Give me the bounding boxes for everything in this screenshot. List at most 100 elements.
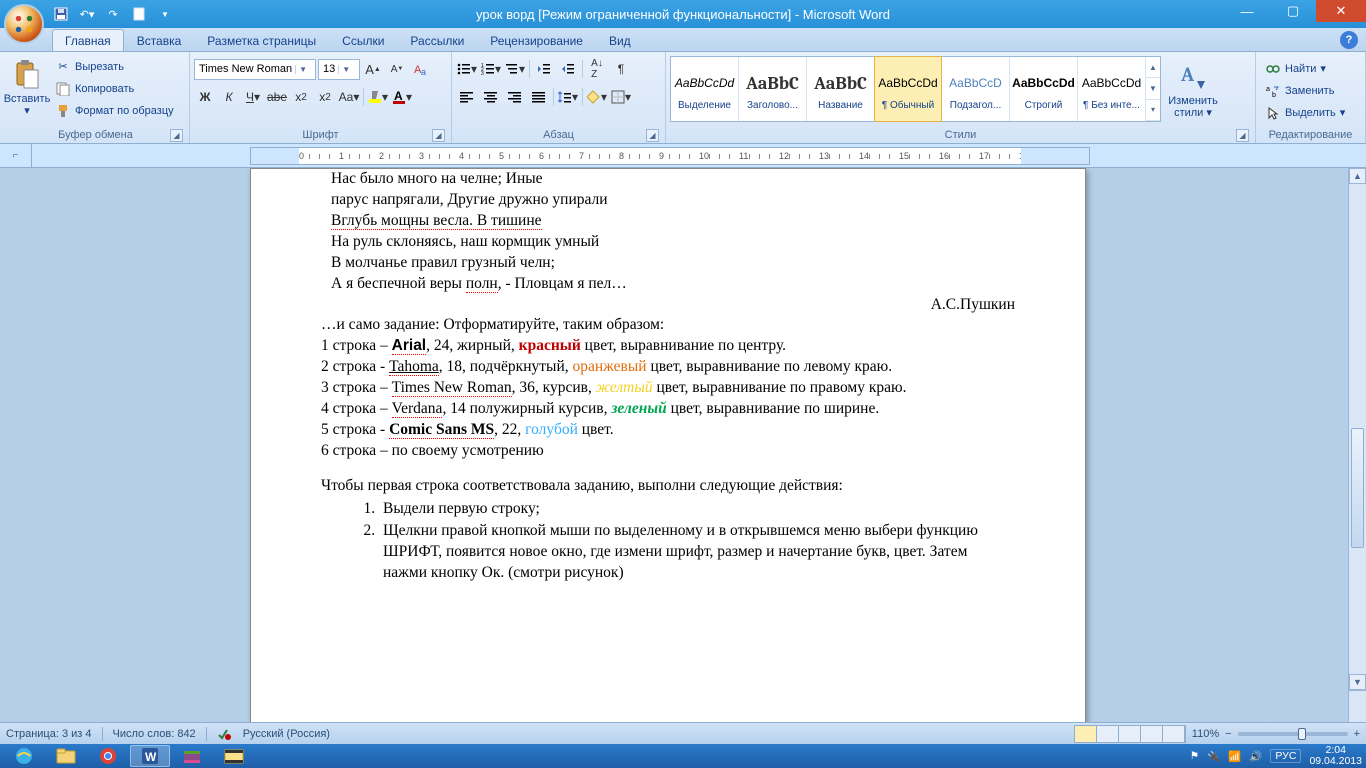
tab-review[interactable]: Рецензирование bbox=[477, 29, 596, 51]
tray-language[interactable]: РУС bbox=[1270, 749, 1301, 763]
vertical-scrollbar[interactable]: ▲ ▼ bbox=[1348, 168, 1366, 722]
shading-button[interactable]: ▾ bbox=[586, 86, 608, 108]
format-painter-button[interactable]: Формат по образцу bbox=[50, 100, 179, 121]
font-name-combo[interactable]: Times New Roman▼ bbox=[194, 59, 316, 80]
italic-button[interactable]: К bbox=[218, 86, 240, 108]
tab-selector[interactable]: ⌐ bbox=[0, 144, 32, 167]
multilevel-button[interactable]: ▾ bbox=[504, 58, 526, 80]
scroll-thumb[interactable] bbox=[1351, 428, 1364, 548]
taskbar-winrar[interactable] bbox=[172, 745, 212, 767]
align-center-button[interactable] bbox=[480, 86, 502, 108]
underline-button[interactable]: Ч▾ bbox=[242, 86, 264, 108]
zoom-slider[interactable] bbox=[1238, 732, 1348, 736]
taskbar-word[interactable]: W bbox=[130, 745, 170, 767]
styles-launcher[interactable]: ◢ bbox=[1236, 129, 1249, 142]
undo-icon[interactable]: ↶▾ bbox=[76, 3, 98, 25]
style-item[interactable]: AaBbCcDdСтрогий bbox=[1010, 57, 1078, 121]
style-item[interactable]: AaBbCНазвание bbox=[807, 57, 875, 121]
taskbar-moviemaker[interactable] bbox=[214, 745, 254, 767]
show-marks-button[interactable]: ¶ bbox=[610, 58, 632, 80]
svg-text:A: A bbox=[1180, 63, 1195, 86]
qat-more-icon[interactable]: ▼ bbox=[154, 3, 176, 25]
tray-volume-icon[interactable]: 🔊 bbox=[1249, 750, 1262, 763]
save-icon[interactable] bbox=[50, 3, 72, 25]
zoom-in-button[interactable]: + bbox=[1354, 728, 1360, 740]
ribbon-tabs: Главная Вставка Разметка страницы Ссылки… bbox=[0, 28, 1366, 52]
style-item[interactable]: AaBbCcDd¶ Обычный bbox=[874, 56, 942, 122]
doc-text: 4 строка – Verdana, 14 полужирный курсив… bbox=[321, 399, 1015, 420]
font-color-button[interactable]: A▾ bbox=[391, 86, 413, 108]
bold-button[interactable]: Ж bbox=[194, 86, 216, 108]
help-icon[interactable]: ? bbox=[1340, 31, 1358, 49]
language-status[interactable]: Русский (Россия) bbox=[243, 728, 330, 740]
align-justify-button[interactable] bbox=[528, 86, 550, 108]
tray-network-icon[interactable]: 📶 bbox=[1228, 750, 1241, 763]
tray-flag-icon[interactable]: ⚑ bbox=[1190, 750, 1199, 762]
taskbar-ie[interactable] bbox=[4, 745, 44, 767]
bullets-button[interactable]: ▾ bbox=[456, 58, 478, 80]
new-doc-icon[interactable] bbox=[128, 3, 150, 25]
subscript-button[interactable]: x2 bbox=[290, 86, 312, 108]
change-styles-button[interactable]: A Изменить стили ▾ bbox=[1165, 56, 1221, 124]
page-status[interactable]: Страница: 3 из 4 bbox=[6, 728, 92, 740]
copy-button[interactable]: Копировать bbox=[50, 78, 179, 99]
select-button[interactable]: Выделить ▾ bbox=[1260, 102, 1350, 123]
zoom-level[interactable]: 110% bbox=[1192, 728, 1219, 740]
replace-button[interactable]: abЗаменить bbox=[1260, 80, 1350, 101]
clear-format-button[interactable]: Aa bbox=[410, 58, 432, 80]
grow-font-button[interactable]: A▲ bbox=[362, 58, 384, 80]
scroll-up-icon[interactable]: ▲ bbox=[1349, 168, 1366, 184]
style-item[interactable]: AaBbCcDdВыделение bbox=[671, 57, 739, 121]
find-button[interactable]: Найти ▾ bbox=[1260, 58, 1350, 79]
indent-inc-button[interactable] bbox=[557, 58, 579, 80]
shrink-font-button[interactable]: A▼ bbox=[386, 58, 408, 80]
tab-mailings[interactable]: Рассылки bbox=[397, 29, 477, 51]
tab-insert[interactable]: Вставка bbox=[124, 29, 195, 51]
document-page[interactable]: Нас было много на челне; Иные парус напр… bbox=[250, 168, 1086, 722]
styles-gallery[interactable]: AaBbCcDdВыделение AaBbCЗаголово... AaBbC… bbox=[670, 56, 1161, 122]
tray-power-icon[interactable]: 🔌 bbox=[1207, 750, 1220, 763]
superscript-button[interactable]: x2 bbox=[314, 86, 336, 108]
minimize-button[interactable]: — bbox=[1224, 0, 1270, 22]
font-launcher[interactable]: ◢ bbox=[432, 129, 445, 142]
borders-button[interactable]: ▾ bbox=[610, 86, 632, 108]
style-item[interactable]: AaBbCcDПодзагол... bbox=[942, 57, 1010, 121]
tab-home[interactable]: Главная bbox=[52, 29, 124, 51]
paste-button[interactable]: Вставить▾ bbox=[6, 54, 48, 122]
doc-text: 2 строка - Tahoma, 18, подчёркнутый, ора… bbox=[321, 357, 1015, 378]
indent-dec-button[interactable] bbox=[533, 58, 555, 80]
tray-clock[interactable]: 2:0409.04.2013 bbox=[1309, 745, 1362, 767]
cursor-icon bbox=[1265, 105, 1281, 121]
horizontal-ruler[interactable]: 1012345678910111213141516171819 bbox=[250, 147, 1090, 165]
browse-object[interactable] bbox=[1349, 690, 1366, 722]
office-button[interactable] bbox=[4, 4, 44, 44]
maximize-button[interactable]: ▢ bbox=[1270, 0, 1316, 22]
clipboard-launcher[interactable]: ◢ bbox=[170, 129, 183, 142]
scroll-down-icon[interactable]: ▼ bbox=[1349, 674, 1366, 690]
taskbar-explorer[interactable] bbox=[46, 745, 86, 767]
tab-references[interactable]: Ссылки bbox=[329, 29, 397, 51]
proofing-icon[interactable] bbox=[217, 727, 233, 741]
zoom-out-button[interactable]: − bbox=[1225, 728, 1231, 740]
font-size-combo[interactable]: 13▼ bbox=[318, 59, 360, 80]
close-button[interactable]: ✕ bbox=[1316, 0, 1366, 22]
highlight-button[interactable]: ▾ bbox=[367, 86, 389, 108]
numbering-button[interactable]: 123▾ bbox=[480, 58, 502, 80]
gallery-scroll[interactable]: ▲▼▾ bbox=[1146, 57, 1160, 121]
cut-button[interactable]: ✂Вырезать bbox=[50, 56, 179, 77]
sort-button[interactable]: A↓Z bbox=[586, 58, 608, 80]
align-right-button[interactable] bbox=[504, 86, 526, 108]
tab-view[interactable]: Вид bbox=[596, 29, 644, 51]
style-item[interactable]: AaBbCcDd¶ Без инте... bbox=[1078, 57, 1146, 121]
tab-layout[interactable]: Разметка страницы bbox=[194, 29, 329, 51]
line-spacing-button[interactable]: ▾ bbox=[557, 86, 579, 108]
paragraph-launcher[interactable]: ◢ bbox=[646, 129, 659, 142]
taskbar-chrome[interactable] bbox=[88, 745, 128, 767]
redo-icon[interactable]: ↷ bbox=[102, 3, 124, 25]
change-case-button[interactable]: Aa▾ bbox=[338, 86, 360, 108]
word-count[interactable]: Число слов: 842 bbox=[113, 728, 196, 740]
view-buttons[interactable] bbox=[1074, 725, 1186, 743]
align-left-button[interactable] bbox=[456, 86, 478, 108]
style-item[interactable]: AaBbCЗаголово... bbox=[739, 57, 807, 121]
strike-button[interactable]: abe bbox=[266, 86, 288, 108]
